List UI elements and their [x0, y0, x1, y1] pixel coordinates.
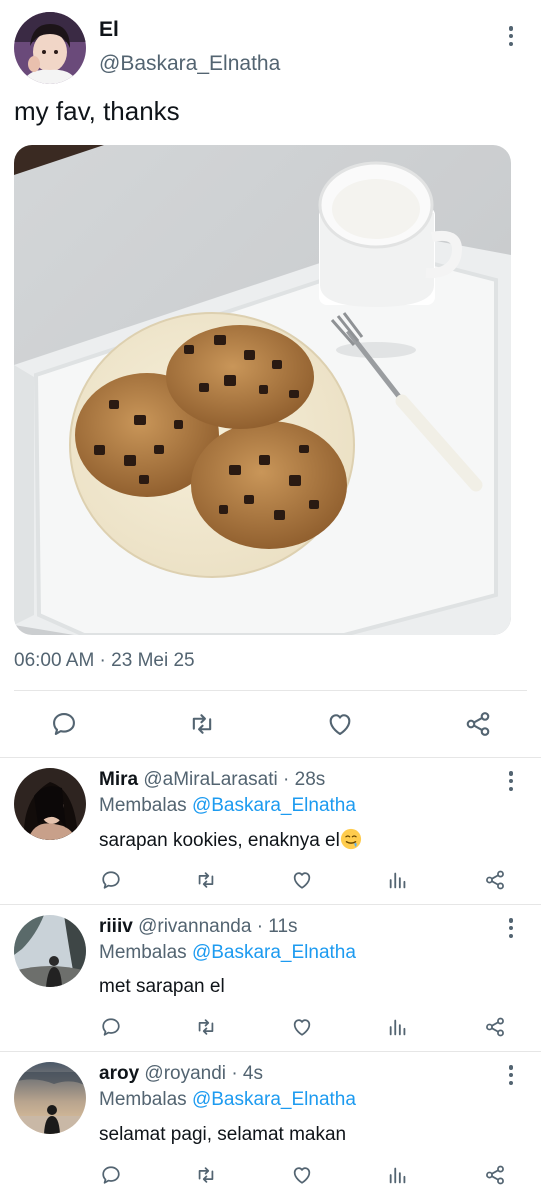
like-icon[interactable]: [291, 1016, 313, 1038]
tweet-photo[interactable]: [14, 145, 511, 635]
replying-label: Membalas: [99, 1089, 187, 1110]
divider: [14, 690, 527, 691]
reply-time: · 11s: [256, 916, 298, 937]
reply-avatar[interactable]: [14, 768, 86, 840]
more-options-icon[interactable]: [508, 918, 514, 938]
more-options-icon[interactable]: [508, 26, 514, 46]
reply-avatar[interactable]: [14, 915, 86, 987]
retweet-icon[interactable]: [188, 710, 216, 738]
reply-name[interactable]: Mira: [99, 769, 138, 790]
author-avatar[interactable]: [14, 12, 86, 84]
reply-item[interactable]: riiiv @rivannanda · 11s Membalas @Baskar…: [0, 905, 541, 1051]
reply-time: · 28s: [283, 769, 326, 790]
share-icon[interactable]: [484, 1164, 506, 1186]
main-tweet: El @Baskara_Elnatha my fav, thanks 06:00…: [0, 0, 541, 757]
reply-handle[interactable]: @aMiraLarasati: [143, 769, 277, 790]
retweet-icon[interactable]: [195, 1016, 217, 1038]
author-name[interactable]: El: [99, 18, 119, 42]
reply-handle[interactable]: @royandi: [144, 1063, 226, 1084]
more-options-icon[interactable]: [508, 771, 514, 791]
reply-time: · 4s: [231, 1063, 263, 1084]
reply-icon[interactable]: [100, 1016, 122, 1038]
tweet-text: my fav, thanks: [14, 96, 180, 126]
reply-name[interactable]: aroy: [99, 1063, 139, 1084]
like-icon[interactable]: [326, 710, 354, 738]
reply-avatar[interactable]: [14, 1062, 86, 1134]
retweet-icon[interactable]: [195, 1164, 217, 1186]
views-icon[interactable]: [387, 1164, 409, 1186]
replying-label: Membalas: [99, 795, 187, 816]
more-options-icon[interactable]: [508, 1065, 514, 1085]
reply-icon[interactable]: [100, 869, 122, 891]
reply-icon[interactable]: [100, 1164, 122, 1186]
replying-to-mention[interactable]: @Baskara_Elnatha: [192, 942, 356, 963]
reply-text: sarapan kookies, enaknya el: [99, 830, 340, 851]
share-icon[interactable]: [484, 1016, 506, 1038]
reply-text: met sarapan el: [99, 976, 225, 997]
reply-icon[interactable]: [50, 710, 78, 738]
replying-label: Membalas: [99, 942, 187, 963]
reply-handle[interactable]: @rivannanda: [138, 916, 251, 937]
views-icon[interactable]: [387, 1016, 409, 1038]
like-icon[interactable]: [291, 869, 313, 891]
drooling-face-emoji: [340, 828, 361, 850]
tweet-timestamp: 06:00 AM · 23 Mei 25: [14, 650, 195, 671]
share-icon[interactable]: [464, 710, 492, 738]
reply-name[interactable]: riiiv: [99, 916, 133, 937]
reply-item[interactable]: aroy @royandi · 4s Membalas @Baskara_Eln…: [0, 1052, 541, 1200]
reply-text: selamat pagi, selamat makan: [99, 1124, 347, 1145]
replying-to-mention[interactable]: @Baskara_Elnatha: [192, 1089, 356, 1110]
author-handle[interactable]: @Baskara_Elnatha: [99, 52, 280, 76]
reply-item[interactable]: Mira @aMiraLarasati · 28s Membalas @Bask…: [0, 758, 541, 904]
share-icon[interactable]: [484, 869, 506, 891]
views-icon[interactable]: [387, 869, 409, 891]
like-icon[interactable]: [291, 1164, 313, 1186]
replying-to-mention[interactable]: @Baskara_Elnatha: [192, 795, 356, 816]
retweet-icon[interactable]: [195, 869, 217, 891]
